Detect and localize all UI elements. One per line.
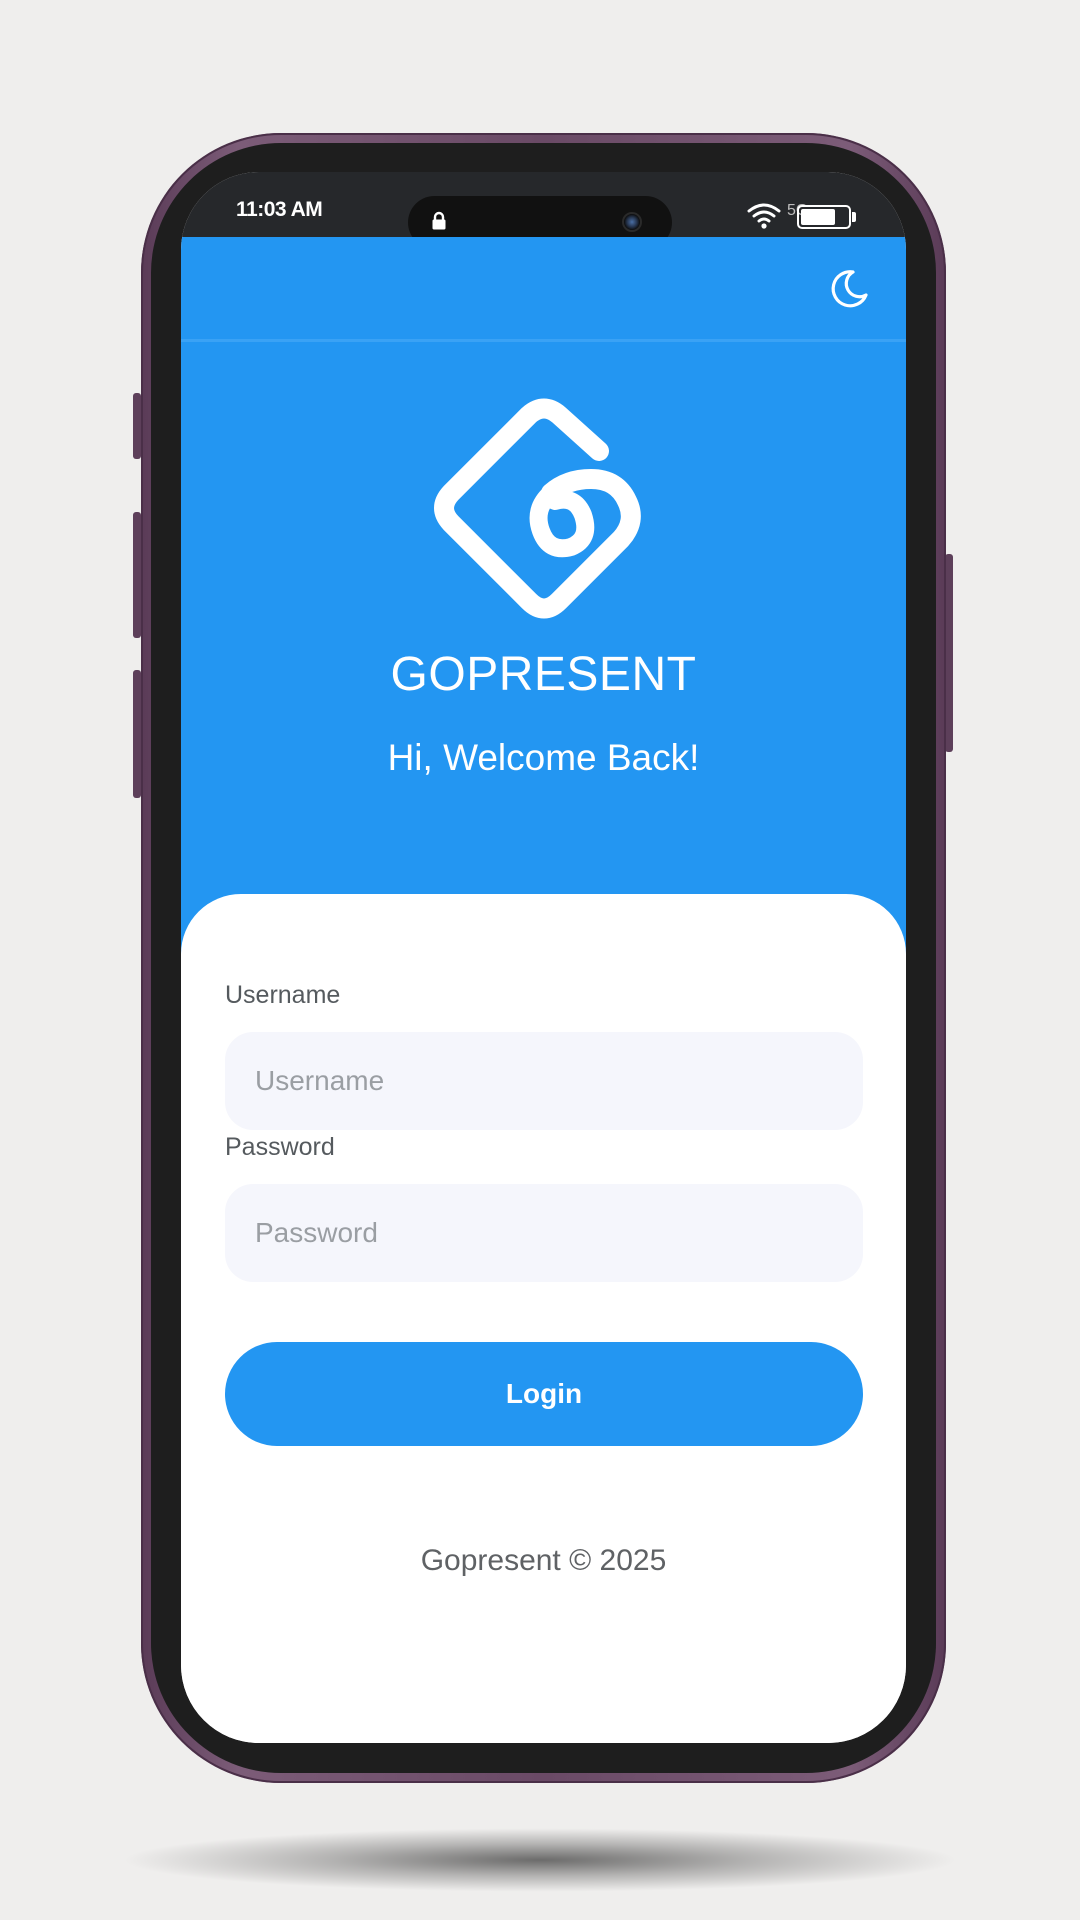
volume-up-button xyxy=(133,512,141,638)
camera-icon xyxy=(622,212,642,232)
footer-copyright: Gopresent © 2025 xyxy=(420,1544,667,1577)
status-time: 11:03 AM xyxy=(236,198,323,221)
phone-shadow xyxy=(120,1828,960,1892)
battery-icon xyxy=(797,205,851,229)
login-button[interactable]: Login xyxy=(225,1342,863,1446)
battery-cap xyxy=(852,212,856,222)
brand-name: GOPRESENT xyxy=(390,648,697,701)
welcome-heading: Hi, Welcome Back! xyxy=(387,737,700,778)
power-button xyxy=(945,554,953,752)
volume-down-button xyxy=(133,670,141,798)
hero-section: GOPRESENT Hi, Welcome Back! xyxy=(181,237,906,997)
password-label: Password xyxy=(225,1133,335,1161)
lock-icon xyxy=(432,211,446,230)
status-bar: 11:03 AM 5G xyxy=(181,172,906,249)
gopresent-logo-icon xyxy=(434,398,641,619)
mockup-stage: 11:03 AM 5G GOPRESENT Hi, Welcome Back! … xyxy=(0,0,1080,1920)
app-header xyxy=(181,237,906,342)
username-input[interactable] xyxy=(225,1032,863,1130)
action-button xyxy=(133,393,141,459)
password-input[interactable] xyxy=(225,1184,863,1282)
username-label: Username xyxy=(225,981,341,1009)
login-card: Username Password Login Gopresent © 2025 xyxy=(181,894,906,1743)
wifi-icon xyxy=(747,203,781,229)
moon-icon[interactable] xyxy=(827,267,871,311)
battery-level xyxy=(801,209,835,225)
phone-screen: 11:03 AM 5G GOPRESENT Hi, Welcome Back! … xyxy=(181,172,906,1743)
